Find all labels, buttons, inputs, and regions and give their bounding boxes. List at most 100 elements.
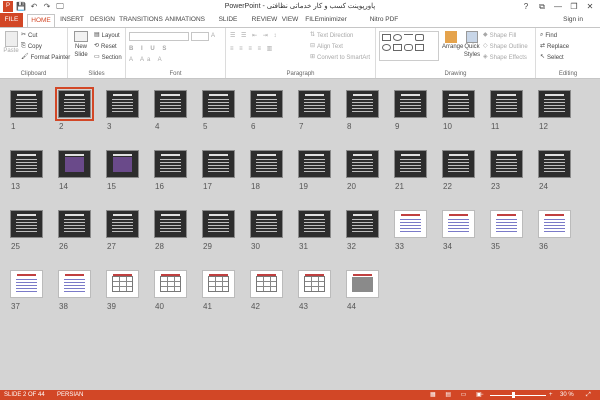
format-painter-button[interactable]: 🖌 Format Painter [21,53,70,63]
language-indicator[interactable]: PERSIAN [57,390,83,400]
slide-thumbnail[interactable] [394,90,427,118]
tab-design[interactable]: DESIGN [89,14,116,26]
rectangle-shape-icon[interactable] [382,34,391,41]
undo-icon[interactable]: ↶ [29,1,39,12]
font-size-box[interactable] [191,32,209,41]
slide-thumbnail[interactable] [538,150,571,178]
tab-fileminimizer[interactable]: FILEminimizer [304,14,348,26]
slide-thumbnail[interactable] [10,90,43,118]
slide-thumbnail[interactable] [10,270,43,298]
slide-thumbnail[interactable] [490,90,523,118]
fit-to-window-icon[interactable]: ⤢ [586,390,591,400]
zoom-slider[interactable] [490,395,546,396]
tab-slide-show[interactable]: SLIDE SHOW [209,14,247,35]
tab-insert[interactable]: INSERT [59,14,85,26]
slide-thumbnail[interactable] [202,150,235,178]
replace-button[interactable]: ⇄ Replace [540,42,569,52]
slide-thumbnail[interactable] [250,210,283,238]
arrow-shape-icon[interactable] [415,44,424,51]
tab-animations[interactable]: ANIMATIONS [165,14,205,26]
slide-thumbnail[interactable] [442,150,475,178]
slide-thumbnail[interactable] [346,270,379,298]
slide-thumbnail[interactable] [490,210,523,238]
quick-styles-button[interactable]: Quick Styles [462,31,482,59]
slide-thumbnail[interactable] [298,150,331,178]
slide-thumbnail[interactable] [346,90,379,118]
oval-shape-icon[interactable] [393,34,402,41]
slide-thumbnail[interactable] [394,150,427,178]
square-shape-icon[interactable] [393,44,402,51]
slide-thumbnail[interactable] [346,210,379,238]
slide-thumbnail[interactable] [202,270,235,298]
slide-thumbnail[interactable] [154,150,187,178]
font-name-box[interactable] [129,32,189,41]
ribbon-options-button[interactable]: ⧉ [534,0,550,13]
slide-thumbnail[interactable] [58,150,91,178]
slide-thumbnail[interactable] [202,210,235,238]
slide-thumbnail[interactable] [250,150,283,178]
slide-thumbnail[interactable] [106,90,139,118]
slide-thumbnail[interactable] [538,210,571,238]
shapes-gallery[interactable] [379,31,439,61]
tab-transitions[interactable]: TRANSITIONS [119,14,163,26]
arrange-button[interactable]: Arrange [442,31,463,52]
convert-smartart-button[interactable]: ⊞ Convert to SmartArt [310,53,370,63]
slide-thumbnail[interactable] [298,270,331,298]
section-button[interactable]: ▭ Section [94,53,122,63]
slide-thumbnail[interactable] [442,210,475,238]
tab-view[interactable]: VIEW [281,14,299,26]
find-button[interactable]: ⌕ Find [540,31,557,41]
slide-thumbnail[interactable] [106,150,139,178]
circle-shape-icon[interactable] [382,44,391,51]
view-buttons[interactable]: ▦ ▤ ▭ ▣ [430,390,486,400]
callout-shape-icon[interactable] [404,44,413,51]
cut-button[interactable]: ✂ Cut [21,31,37,41]
layout-button[interactable]: ▤ Layout [94,31,120,41]
slide-thumbnail[interactable] [538,90,571,118]
zoom-level[interactable]: 30 % [560,390,574,400]
slide-thumbnail[interactable] [55,87,94,121]
slide-thumbnail[interactable] [10,210,43,238]
align-buttons[interactable]: ≡ ≡ ≡ ≡ ▥ [230,45,274,54]
slide-thumbnail[interactable] [154,210,187,238]
redo-icon[interactable]: ↷ [42,1,52,12]
zoom-slider-thumb[interactable] [512,392,515,398]
slide-thumbnail[interactable] [154,90,187,118]
slide-thumbnail[interactable] [298,90,331,118]
font-style-buttons[interactable]: B I U S [129,45,169,54]
list-buttons[interactable]: ☰ ☰ ⇤ ⇥ ↕ [230,32,278,41]
slide-thumbnail[interactable] [106,210,139,238]
zoom-in-icon[interactable]: + [549,390,553,400]
tab-review[interactable]: REVIEW [251,14,278,26]
slide-thumbnail[interactable] [202,90,235,118]
select-button[interactable]: ↖ Select [540,53,564,63]
new-slide-button[interactable]: New Slide [71,31,91,59]
reset-button[interactable]: ⟲ Reset [94,42,117,52]
align-text-button[interactable]: ⊟ Align Text [310,42,343,52]
font-color-buttons[interactable]: A Aa A [129,56,165,65]
slide-thumbnail[interactable] [58,210,91,238]
slide-thumbnail[interactable] [442,90,475,118]
shape-outline-button[interactable]: ◇ Shape Outline [483,42,528,52]
slide-thumbnail[interactable] [394,210,427,238]
slide-thumbnail[interactable] [346,150,379,178]
close-button[interactable]: ✕ [582,0,598,13]
save-icon[interactable]: 💾 [16,1,26,12]
minimize-button[interactable]: — [550,0,566,13]
slide-thumbnail[interactable] [250,270,283,298]
tab-nitro-pdf[interactable]: Nitro PDF Professional [353,14,415,35]
tab-home[interactable]: HOME [27,14,55,27]
rounded-rect-shape-icon[interactable] [415,34,424,41]
slide-thumbnail[interactable] [106,270,139,298]
start-slideshow-icon[interactable]: 🖵 [55,1,65,12]
shape-effects-button[interactable]: ◈ Shape Effects [483,53,527,63]
text-direction-button[interactable]: ⇅ Text Direction [310,31,353,41]
slide-thumbnail[interactable] [10,150,43,178]
slide-thumbnail[interactable] [490,150,523,178]
slide-thumbnail[interactable] [154,270,187,298]
zoom-out-icon[interactable]: − [480,390,484,400]
sign-in-link[interactable]: Sign in [563,14,583,26]
slide-thumbnail[interactable] [58,270,91,298]
slide-thumbnail[interactable] [298,210,331,238]
tab-file[interactable]: FILE [0,13,23,27]
